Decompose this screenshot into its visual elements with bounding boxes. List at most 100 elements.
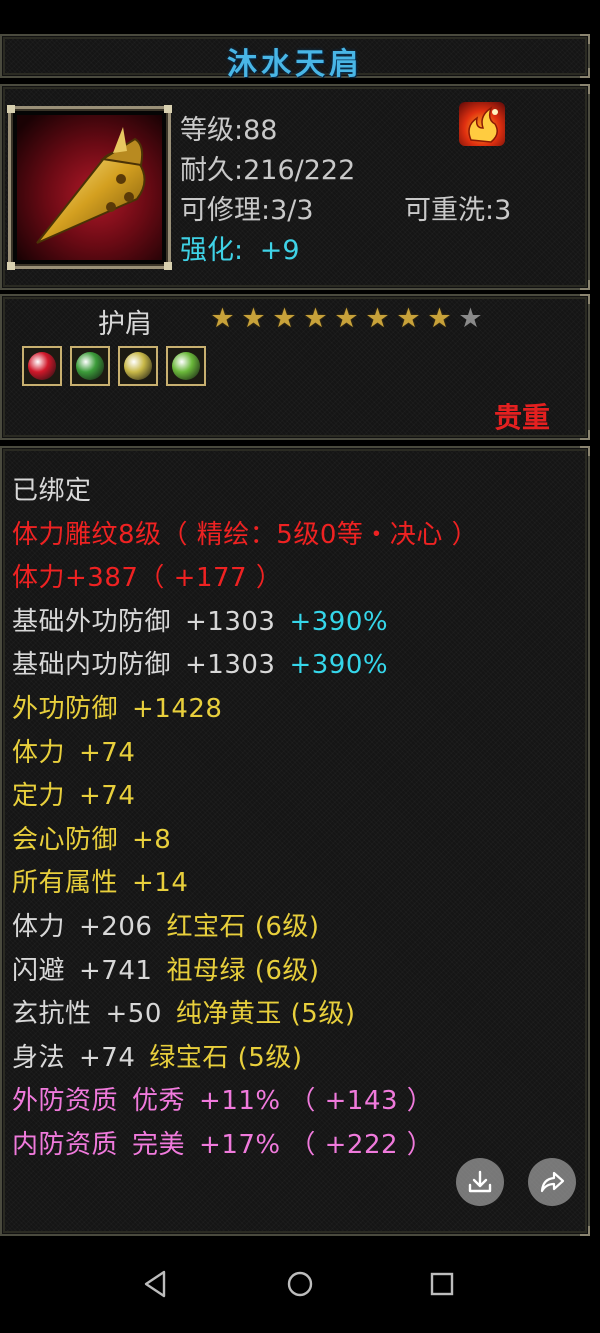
star-icon: ★ — [458, 303, 483, 334]
attribute-row: 体力 +206 红宝石 (6级) — [12, 906, 478, 950]
recents-icon — [430, 1272, 454, 1296]
flame-badge-icon — [459, 102, 505, 146]
item-icon-frame — [7, 105, 172, 270]
item-info-panel: 护肩 ★ ★ ★ ★ ★ ★ ★ ★ ★ 贵重 — [0, 294, 590, 440]
back-icon — [144, 1270, 166, 1298]
attribute-label: 定力 — [12, 781, 66, 812]
star-icon: ★ — [303, 303, 328, 334]
item-durability: 耐久:216/222 — [180, 155, 356, 186]
attribute-extra: 纯净黄玉 (5级) — [175, 999, 356, 1030]
item-rewash: 可重洗:3 — [404, 195, 512, 226]
attribute-value: +1303 — [185, 650, 276, 681]
attribute-value: +741 — [79, 955, 153, 986]
attribute-value: +74 — [79, 781, 136, 812]
attribute-value: +74 — [79, 1042, 136, 1073]
star-icon: ★ — [396, 303, 421, 334]
attribute-label: 内防资质 — [12, 1129, 119, 1160]
star-icon: ★ — [210, 303, 235, 334]
attribute-row: 已绑定 — [12, 470, 478, 514]
back-button[interactable] — [136, 1264, 176, 1304]
attribute-extra: 红宝石 (6级) — [166, 911, 320, 942]
attributes-panel: 已绑定体力雕纹8级（ 精绘：5级0等・决心 ） 体力+387（ +177 ） 基础外… — [0, 446, 590, 1236]
attribute-extra: +17% （ +222 ） — [199, 1129, 434, 1160]
home-icon — [287, 1271, 313, 1297]
attribute-value: +206 — [79, 911, 153, 942]
item-title-panel: 沐水天肩 — [0, 34, 590, 82]
attribute-row: 会心防御 +8 — [12, 819, 478, 863]
item-repairable: 可修理:3/3 — [180, 195, 314, 226]
green-gem-icon — [76, 352, 104, 380]
system-nav-bar — [0, 1236, 600, 1333]
attribute-value: +8 — [132, 824, 172, 855]
attribute-label: 基础内功防御 — [12, 650, 172, 681]
recents-button[interactable] — [422, 1264, 462, 1304]
attribute-row: 基础外功防御 +1303 +390% — [12, 601, 478, 645]
attribute-label: 基础外功防御 — [12, 606, 172, 637]
yellow-gem-icon — [124, 352, 152, 380]
attribute-label: 体力雕纹8级（ 精绘：5级0等・决心 ） — [12, 519, 479, 550]
gem-slot[interactable] — [70, 346, 110, 386]
download-button[interactable] — [456, 1158, 504, 1206]
attribute-value: +74 — [79, 737, 136, 768]
shoulder-armor-icon — [17, 115, 162, 260]
attribute-extra: +390% — [289, 606, 389, 637]
attribute-label: 玄抗性 — [12, 999, 92, 1030]
gem-slot[interactable] — [22, 346, 62, 386]
jade-gem-icon — [172, 352, 200, 380]
attribute-label: 身法 — [12, 1042, 66, 1073]
star-icon: ★ — [427, 303, 452, 334]
attribute-row: 基础内功防御 +1303 +390% — [12, 644, 478, 688]
star-icon: ★ — [365, 303, 390, 334]
attribute-value: 完美 — [132, 1129, 186, 1160]
item-name: 沐水天肩 — [227, 47, 363, 82]
attribute-value: +1303 — [185, 606, 276, 637]
attribute-extra: 祖母绿 (6级) — [166, 955, 320, 986]
attribute-row: 体力+387（ +177 ） — [12, 557, 478, 601]
attribute-label: 体力+387（ +177 ） — [12, 563, 283, 594]
attribute-label: 闪避 — [12, 955, 66, 986]
attribute-row: 定力 +74 — [12, 775, 478, 819]
attribute-label: 体力 — [12, 737, 66, 768]
attribute-label: 外功防御 — [12, 693, 119, 724]
item-level: 等级:88 — [180, 115, 278, 146]
attribute-value: +14 — [132, 868, 189, 899]
attribute-row: 外功防御 +1428 — [12, 688, 478, 732]
attribute-row: 内防资质 完美 +17% （ +222 ） — [12, 1124, 478, 1168]
attribute-extra: +390% — [289, 650, 389, 681]
attribute-list: 已绑定体力雕纹8级（ 精绘：5级0等・决心 ） 体力+387（ +177 ） 基础外… — [12, 470, 478, 1168]
enhance-label: 强化: — [180, 235, 244, 266]
attribute-label: 体力 — [12, 911, 66, 942]
item-type: 护肩 — [98, 309, 152, 340]
item-grade: 贵重 — [493, 401, 550, 434]
attribute-value: +1428 — [132, 693, 223, 724]
attribute-row: 体力雕纹8级（ 精绘：5级0等・决心 ） — [12, 514, 478, 558]
attribute-label: 会心防御 — [12, 824, 119, 855]
item-header-panel: 等级:88 耐久:216/222 可修理:3/3 可重洗:3 强化: +9 — [0, 84, 590, 290]
attribute-row: 外防资质 优秀 +11% （ +143 ） — [12, 1080, 478, 1124]
attribute-row: 体力 +74 — [12, 732, 478, 776]
item-enhance: 强化: +9 — [180, 228, 300, 267]
red-gem-icon — [28, 352, 56, 380]
attribute-row: 所有属性 +14 — [12, 862, 478, 906]
attribute-value: +50 — [105, 999, 162, 1030]
attribute-label: 已绑定 — [12, 476, 92, 506]
star-icon: ★ — [241, 303, 266, 334]
gem-slot[interactable] — [118, 346, 158, 386]
star-icon: ★ — [334, 303, 359, 334]
share-icon — [540, 1171, 565, 1193]
attribute-value: 优秀 — [132, 1086, 186, 1117]
download-icon — [468, 1170, 492, 1193]
gem-slots — [22, 346, 206, 386]
attribute-extra: 绿宝石 (5级) — [149, 1042, 303, 1073]
attribute-row: 身法 +74 绿宝石 (5级) — [12, 1037, 478, 1081]
attribute-label: 外防资质 — [12, 1086, 119, 1117]
attribute-row: 闪避 +741 祖母绿 (6级) — [12, 950, 478, 994]
gem-slot[interactable] — [166, 346, 206, 386]
star-icon: ★ — [272, 303, 297, 334]
share-button[interactable] — [528, 1158, 576, 1206]
attribute-label: 所有属性 — [12, 868, 119, 899]
home-button[interactable] — [280, 1264, 320, 1304]
attribute-extra: +11% （ +143 ） — [199, 1086, 434, 1117]
attribute-row: 玄抗性 +50 纯净黄玉 (5级) — [12, 993, 478, 1037]
enhance-value: +9 — [259, 235, 300, 266]
